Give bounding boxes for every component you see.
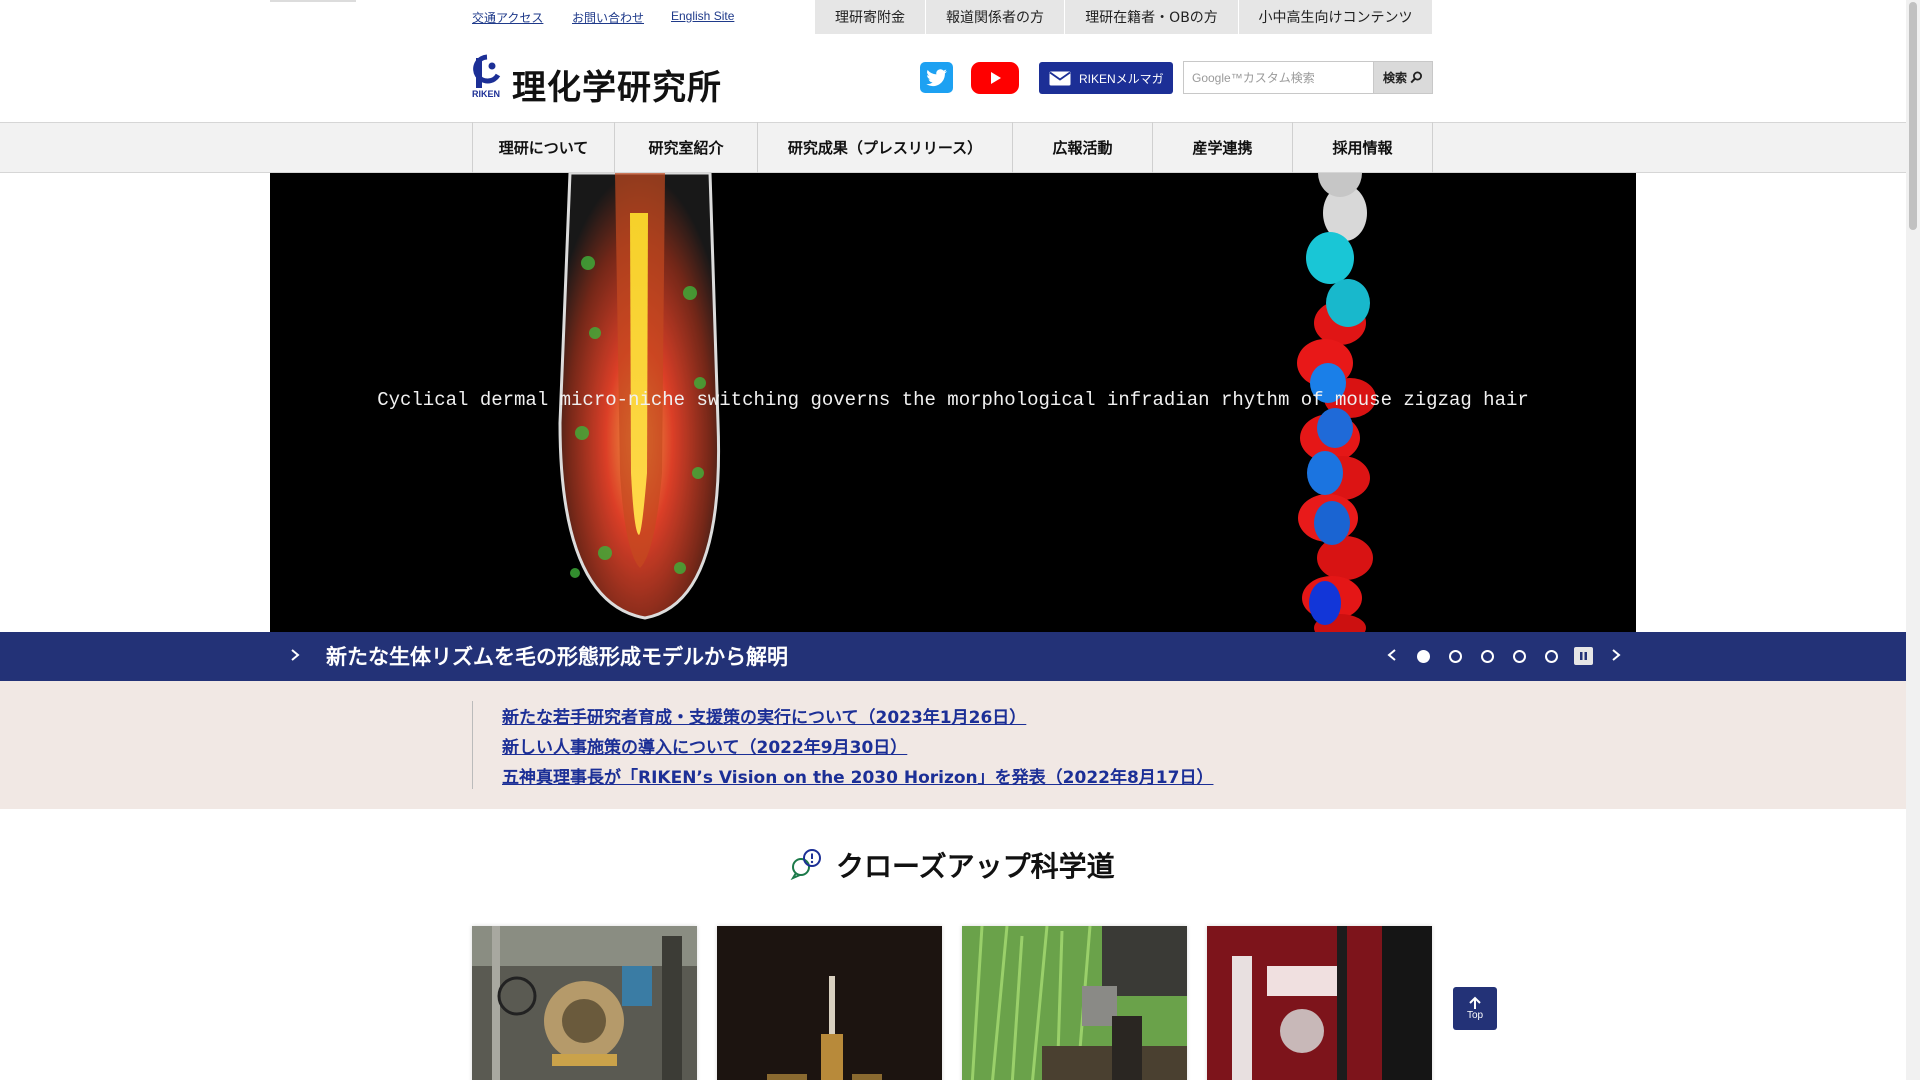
search-button[interactable]: 検索 <box>1373 61 1433 94</box>
pause-button[interactable] <box>1574 647 1593 665</box>
closeup-card-3[interactable] <box>962 926 1187 1080</box>
chevron-right-icon <box>291 649 300 661</box>
card-image-instrument <box>717 926 942 1080</box>
site-logo-text[interactable]: 理化学研究所 <box>512 60 722 109</box>
search-button-label: 検索 <box>1382 71 1407 85</box>
notice-link-3[interactable]: 五神真理事長が「RIKEN’s Vision on the 2030 Horiz… <box>502 763 1213 788</box>
nav-careers[interactable]: 採用情報 <box>1292 122 1433 173</box>
hero-slideshow[interactable]: Cyclical dermal micro-niche switching go… <box>270 173 1636 632</box>
slide-dot-2[interactable] <box>1449 650 1462 663</box>
back-to-top-label: Top <box>1466 1010 1484 1021</box>
mail-magazine-label: RIKENメルマガ <box>1079 71 1164 86</box>
slide-dot-1[interactable] <box>1417 650 1430 663</box>
access-link[interactable]: 交通アクセス <box>472 9 543 26</box>
card-image-lab-equipment <box>472 926 697 1080</box>
tab-donation[interactable]: 理研寄附金 <box>815 0 926 34</box>
chevron-left-icon[interactable] <box>1386 648 1398 662</box>
twitter-icon <box>925 68 947 86</box>
notice-section <box>0 681 1906 809</box>
hero-caption: Cyclical dermal micro-niche switching go… <box>377 389 1529 411</box>
notice-divider <box>472 701 473 789</box>
mail-icon <box>1049 71 1071 85</box>
youtube-icon <box>991 72 1001 84</box>
tab-kids-contents[interactable]: 小中高生向けコンテンツ <box>1239 0 1433 34</box>
tab-alumni[interactable]: 理研在籍者・OBの方 <box>1065 0 1239 34</box>
contact-link[interactable]: お問い合わせ <box>572 9 644 26</box>
next-slide-chevron-icon[interactable] <box>1610 648 1622 662</box>
closeup-section-title: クローズアップ科学道 <box>836 850 1115 883</box>
logo-mark-label: RIKEN <box>472 89 501 99</box>
notice-link-1[interactable]: 新たな若手研究者育成・支援策の実行について（2023年1月26日） <box>502 703 1026 728</box>
speech-bubble-icon <box>790 849 821 880</box>
nav-laboratories[interactable]: 研究室紹介 <box>614 122 757 173</box>
riken-logo-mark[interactable]: RIKEN <box>472 54 502 101</box>
tab-press[interactable]: 報道関係者の方 <box>926 0 1065 34</box>
back-to-top-button[interactable]: Top <box>1453 987 1497 1030</box>
pause-icon <box>1580 652 1587 660</box>
youtube-button[interactable] <box>971 62 1019 94</box>
slide-title-link[interactable]: 新たな生体リズムを毛の形態形成モデルから解明 <box>326 640 788 672</box>
search-icon <box>1410 71 1422 84</box>
search-input[interactable] <box>1183 61 1375 94</box>
arrow-up-icon <box>1469 996 1481 1009</box>
english-site-link[interactable]: English Site <box>671 9 734 23</box>
nav-public-relations[interactable]: 広報活動 <box>1012 122 1152 173</box>
slide-dot-4[interactable] <box>1513 650 1526 663</box>
closeup-card-1[interactable] <box>472 926 697 1080</box>
top-strip <box>270 0 356 2</box>
closeup-card-2[interactable] <box>717 926 942 1080</box>
twitter-button[interactable] <box>920 62 953 93</box>
nav-about-riken[interactable]: 理研について <box>472 122 614 173</box>
nav-industry-collaboration[interactable]: 産学連携 <box>1152 122 1292 173</box>
card-image-robot-arm <box>1207 926 1432 1080</box>
slide-dot-5[interactable] <box>1545 650 1558 663</box>
nav-press-releases[interactable]: 研究成果（プレスリリース） <box>757 122 1012 173</box>
notice-link-2[interactable]: 新しい人事施策の導入について（2022年9月30日） <box>502 733 907 758</box>
slide-dot-3[interactable] <box>1481 650 1494 663</box>
closeup-card-4[interactable] <box>1207 926 1432 1080</box>
scrollbar-thumb[interactable] <box>1909 2 1917 230</box>
card-image-rice-field <box>962 926 1187 1080</box>
mail-magazine-button[interactable]: RIKENメルマガ <box>1039 62 1173 94</box>
